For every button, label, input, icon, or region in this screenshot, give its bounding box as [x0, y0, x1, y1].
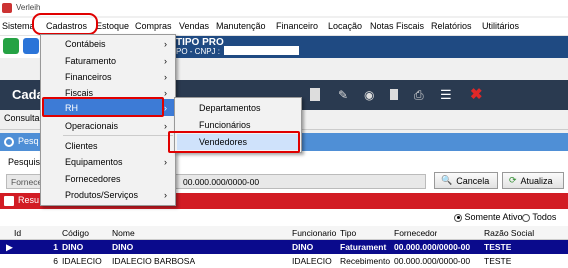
whatsapp-icon[interactable] [3, 38, 19, 54]
chevron-right-icon: › [164, 39, 167, 49]
table-row[interactable]: 6 IDALECIO IDALECIO BARBOSA IDALECIO Rec… [0, 254, 568, 268]
menu-sistema[interactable]: Sistema [2, 21, 35, 31]
cell-fornecedor: 00.000.000/0000-00 [394, 242, 471, 252]
menu-item-clientes[interactable]: Clientes [65, 141, 98, 151]
cell-codigo: IDALECIO [62, 256, 102, 266]
menu-item-faturamento[interactable]: Faturamento [65, 56, 116, 66]
col-tipo[interactable]: Tipo [340, 228, 356, 238]
col-razao-social[interactable]: Razão Social [484, 228, 534, 238]
edit-icon[interactable]: ✎ [338, 88, 348, 102]
menu-item-departamentos[interactable]: Departamentos [199, 103, 261, 113]
cancel-icon: 🔍 [441, 175, 453, 185]
table-header: Id Código Nome Funcionario Tipo Forneced… [0, 226, 568, 240]
menu-compras[interactable]: Compras [135, 21, 172, 31]
cell-funcionario: IDALECIO [292, 256, 332, 266]
close-icon[interactable]: ✖ [470, 85, 483, 103]
cell-funcionario: DINO [292, 242, 314, 252]
print-icon[interactable]: ⎙ [414, 88, 424, 103]
menu-item-contabeis[interactable]: Contábeis [65, 39, 106, 49]
menu-item-equipamentos[interactable]: Equipamentos [65, 157, 123, 167]
radio-dot-active [454, 213, 462, 222]
remote-access-icon[interactable] [23, 38, 39, 54]
menu-manutencao[interactable]: Manutenção [216, 21, 266, 31]
results-table: Id Código Nome Funcionario Tipo Forneced… [0, 226, 568, 268]
cell-razao-social: TESTE [484, 256, 512, 266]
chevron-right-icon: › [164, 103, 167, 113]
cnpj-label: PO - CNPJ : [176, 47, 221, 56]
search-field-value: 00.000.000/0000-00 [183, 177, 260, 187]
cancel-button-label: Cancela [456, 175, 490, 186]
search-icon [4, 137, 14, 147]
chevron-right-icon: › [164, 56, 167, 66]
cnpj-value-box [224, 46, 299, 55]
search-section-label: Pesq [18, 136, 39, 146]
menu-separator [63, 135, 173, 136]
menu-lines-icon[interactable]: ☰ [440, 87, 452, 103]
chevron-right-icon: › [164, 88, 167, 98]
menu-estoque[interactable]: Estoque [96, 21, 129, 31]
menu-financeiro[interactable]: Financeiro [276, 21, 318, 31]
window-title: Verleih [16, 3, 41, 12]
app-icon [2, 3, 12, 13]
menu-item-fornecedores[interactable]: Fornecedores [65, 174, 121, 184]
col-funcionario[interactable]: Funcionario [292, 228, 336, 238]
chevron-right-icon: › [164, 72, 167, 82]
cell-id: 6 [53, 256, 58, 266]
menu-vendas[interactable]: Vendas [179, 21, 209, 31]
radio-dot-all [522, 213, 530, 222]
cell-fornecedor: 00.000.000/0000-00 [394, 256, 471, 266]
cell-nome: IDALECIO BARBOSA [112, 256, 196, 266]
cell-razao-social: TESTE [484, 242, 512, 252]
delete-icon[interactable] [390, 89, 398, 100]
active-only-label: Somente Ativo [464, 212, 523, 222]
chevron-right-icon: › [164, 121, 167, 131]
cell-tipo: Recebimento [340, 256, 391, 266]
vendedores-red-outline [168, 131, 300, 153]
rh-red-outline [42, 97, 164, 117]
menu-item-operacionais[interactable]: Operacionais [65, 121, 118, 131]
menu-item-produtos-servicos[interactable]: Produtos/Serviços [65, 190, 138, 200]
chevron-right-icon: › [164, 157, 167, 167]
cell-nome: DINO [112, 242, 134, 252]
chevron-right-icon: › [164, 190, 167, 200]
company-header: TIPO PRO PO - CNPJ : [170, 36, 568, 58]
table-row[interactable]: ▶ 1 DINO DINO DINO Faturament 00.000.000… [0, 240, 568, 254]
cadastros-highlight [32, 13, 98, 35]
menu-notas-fiscais[interactable]: Notas Fiscais [370, 21, 424, 31]
menu-item-funcionarios[interactable]: Funcionários [199, 120, 251, 130]
active-only-radio[interactable]: Somente Ativo [454, 212, 523, 222]
row-pointer-icon: ▶ [6, 242, 13, 252]
refresh-icon: ⟳ [509, 175, 517, 185]
col-codigo[interactable]: Código [62, 228, 89, 238]
results-icon [4, 196, 14, 206]
menu-item-financeiros[interactable]: Financeiros [65, 72, 112, 82]
col-id[interactable]: Id [14, 228, 21, 238]
col-fornecedor[interactable]: Fornecedor [394, 228, 437, 238]
menu-locacao[interactable]: Locação [328, 21, 362, 31]
menu-relatorios[interactable]: Relatórios [431, 21, 472, 31]
view-icon[interactable]: ◉ [364, 88, 374, 102]
cell-id: 1 [53, 242, 58, 252]
refresh-button-label: Atualiza [520, 175, 553, 186]
tab-consultar[interactable]: Consultar [4, 113, 43, 123]
cell-codigo: DINO [62, 242, 84, 252]
cadastros-dropdown: Contábeis › Faturamento › Financeiros › Fis… [40, 34, 176, 206]
all-label: Todos [532, 212, 557, 222]
cell-tipo: Faturament [340, 242, 387, 252]
menu-utilitarios[interactable]: Utilitários [482, 21, 519, 31]
results-label: Resu [18, 195, 40, 205]
cancel-button[interactable]: 🔍 Cancela [434, 172, 498, 189]
all-radio[interactable]: Todos [522, 212, 556, 222]
search-field-label: Fornece [11, 177, 43, 187]
new-record-icon[interactable] [310, 88, 320, 101]
filter-row: Somente Ativo Todos [0, 209, 568, 226]
refresh-button[interactable]: ⟳ Atualiza [502, 172, 564, 189]
col-nome[interactable]: Nome [112, 228, 135, 238]
